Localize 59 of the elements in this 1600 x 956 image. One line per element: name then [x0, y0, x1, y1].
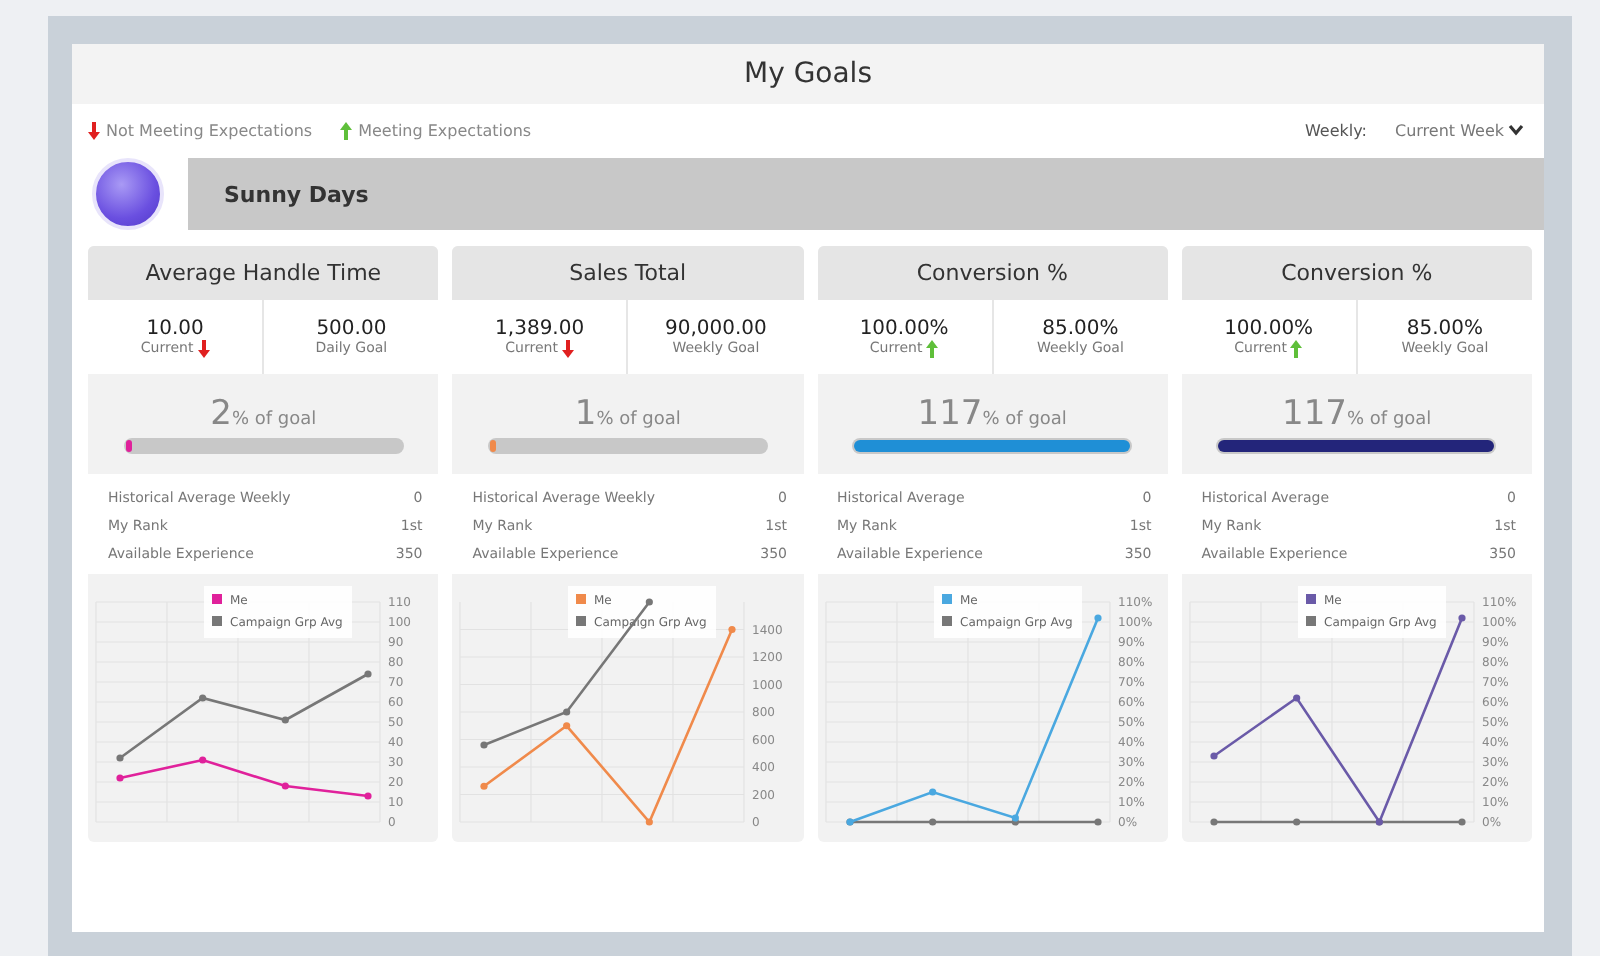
point — [199, 756, 207, 764]
point — [480, 741, 489, 749]
down-arrow-icon — [88, 121, 100, 139]
chevron-down-icon — [1508, 124, 1524, 136]
card-title: Average Handle Time — [88, 246, 439, 300]
up-arrow-icon — [340, 121, 353, 139]
legend-label: Meeting Expectations — [358, 121, 532, 139]
point — [116, 754, 124, 762]
goal-value: 90,000.00 — [664, 318, 767, 340]
percent-value: 2 — [210, 394, 232, 434]
point — [1292, 694, 1300, 702]
point — [1093, 614, 1101, 622]
point — [928, 788, 936, 796]
point — [281, 782, 289, 790]
point — [646, 598, 654, 606]
card-title: Conversion % — [817, 246, 1168, 300]
point — [116, 774, 124, 782]
point — [1292, 818, 1300, 826]
down-arrow-icon — [197, 339, 210, 357]
period-label: Weekly: — [1304, 121, 1367, 139]
down-arrow-icon — [561, 339, 574, 357]
point — [1209, 818, 1218, 826]
current-value: 100.00% — [1224, 317, 1314, 339]
current-value: 1,389.00 — [495, 317, 585, 339]
current-value: 10.00 — [146, 317, 204, 339]
percent-label: % of goal — [1347, 410, 1432, 430]
current-value: 100.00% — [859, 317, 949, 339]
point — [364, 792, 372, 800]
point — [563, 722, 571, 730]
panel-title: My Goals — [72, 44, 1544, 104]
percent-label: % of goal — [982, 410, 1067, 430]
point — [563, 708, 571, 716]
card-title: Conversion % — [1181, 246, 1532, 300]
point — [1457, 818, 1466, 826]
card-title: Sales Total — [452, 246, 803, 300]
point — [728, 625, 737, 634]
team-avatar — [92, 158, 164, 230]
percent-value: 117 — [1282, 394, 1347, 434]
point — [199, 694, 207, 702]
up-arrow-icon — [1290, 339, 1303, 357]
goal-value: 500.00 — [316, 318, 387, 340]
goal-value: 85.00% — [1406, 318, 1483, 340]
percent-value: 117 — [917, 394, 983, 434]
percent-label: % of goal — [596, 410, 681, 430]
point — [1093, 818, 1101, 826]
period-dropdown[interactable]: Current Week — [1394, 121, 1524, 139]
point — [646, 818, 654, 826]
goal-value: 85.00% — [1042, 318, 1119, 340]
point — [1209, 752, 1218, 760]
point — [928, 818, 936, 826]
up-arrow-icon — [926, 339, 939, 357]
point — [480, 782, 489, 790]
point — [364, 670, 372, 678]
point — [1457, 614, 1466, 622]
legend-label: Not Meeting Expectations — [106, 121, 313, 139]
team-name: Sunny Days — [188, 158, 1544, 230]
percent-value: 1 — [574, 394, 597, 434]
percent-label: % of goal — [231, 410, 317, 430]
point — [281, 716, 289, 724]
